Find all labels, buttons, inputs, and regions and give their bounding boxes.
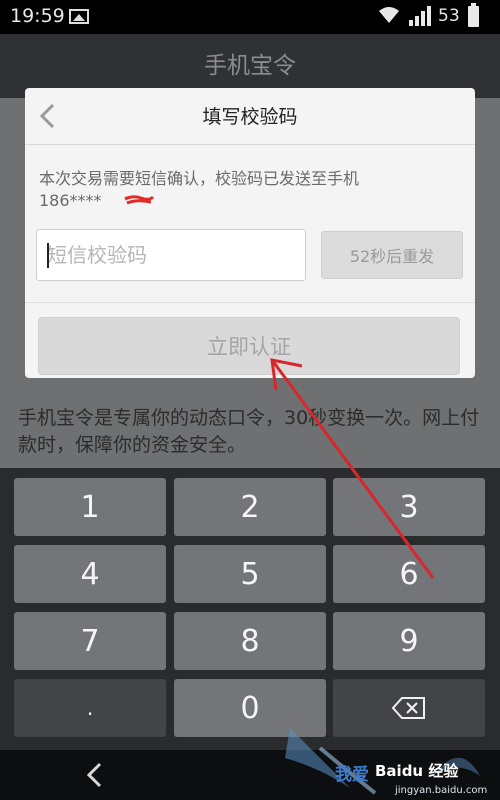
numeric-keypad: 1 2 3 4 5 6 7 8 9 . 0 (0, 468, 500, 750)
masked-phone-number: 186**** (39, 191, 102, 210)
key-8[interactable]: 8 (174, 612, 326, 670)
watermark-url: jingyan.baidu.com (395, 785, 488, 796)
redaction-scribble (124, 195, 155, 205)
status-bar: 19:59 53 (0, 0, 500, 34)
watermark-brand: Baidu 经验 (375, 762, 459, 780)
sms-code-input[interactable] (36, 229, 306, 281)
masked-phone-line: 186**** (39, 190, 459, 212)
dialog-title: 填写校验码 (202, 106, 298, 128)
sms-sent-message: 本次交易需要短信确认，校验码已发送至手机 186**** (39, 168, 459, 212)
key-2[interactable]: 2 (174, 478, 326, 536)
resend-button[interactable]: 52秒后重发 (321, 231, 463, 279)
background-description: 手机宝令是专属你的动态口令，30秒变换一次。网上付款时，保障你的资金安全。 (18, 407, 480, 456)
signal-icon (409, 6, 431, 26)
key-7[interactable]: 7 (14, 612, 166, 670)
status-time: 19:59 (10, 5, 65, 27)
image-notification-icon (69, 9, 89, 24)
key-9[interactable]: 9 (333, 612, 485, 670)
key-6[interactable]: 6 (333, 545, 485, 603)
key-4[interactable]: 4 (14, 545, 166, 603)
text-cursor (47, 243, 49, 268)
app-title: 手机宝令 (204, 53, 296, 79)
wifi-icon (379, 7, 399, 23)
watermark-tagline: 我爱 (335, 765, 369, 785)
battery-icon (468, 3, 479, 27)
verification-dialog: 填写校验码 本次交易需要短信确认，校验码已发送至手机 186**** 52秒后重… (25, 88, 475, 378)
battery-level: 53 (438, 6, 460, 26)
dialog-divider (25, 302, 475, 303)
sms-message-text: 本次交易需要短信确认，校验码已发送至手机 (39, 169, 360, 188)
key-dot[interactable]: . (14, 679, 166, 737)
key-3[interactable]: 3 (333, 478, 485, 536)
nav-back-icon[interactable] (86, 762, 104, 788)
backspace-icon (392, 697, 425, 719)
verify-now-button[interactable]: 立即认证 (38, 317, 460, 375)
key-1[interactable]: 1 (14, 478, 166, 536)
dialog-header: 填写校验码 (25, 88, 475, 145)
key-5[interactable]: 5 (174, 545, 326, 603)
